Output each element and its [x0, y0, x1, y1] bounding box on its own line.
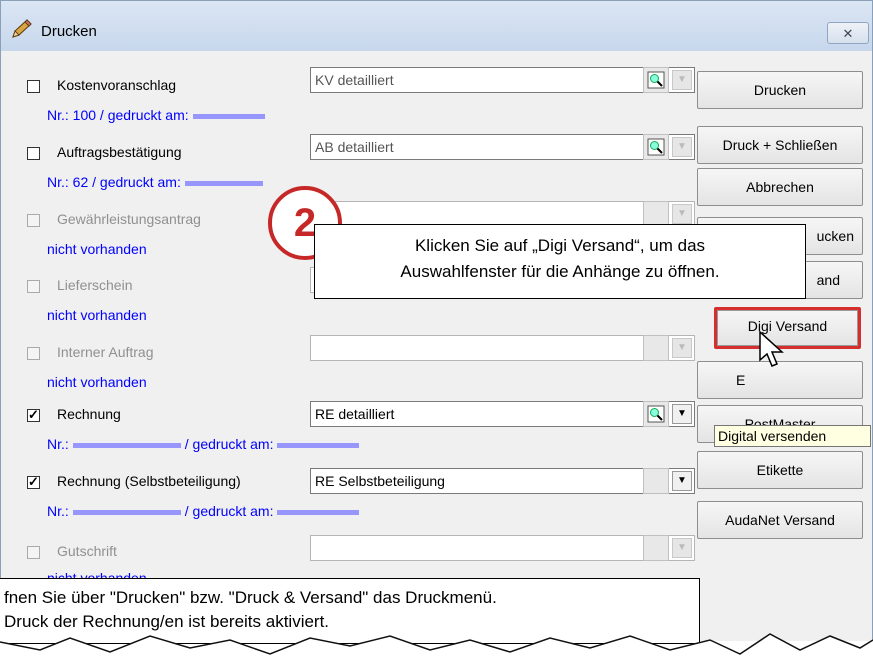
- chevron-down-icon: ▼: [672, 338, 692, 358]
- info-auftragsbestaetigung: Nr.: 62 / gedruckt am:: [47, 174, 263, 190]
- callout-line-1: Klicken Sie auf „Digi Versand“, um das: [414, 236, 706, 255]
- checkbox-gewaehrleistungsantrag[interactable]: [27, 214, 40, 227]
- print-button[interactable]: Drucken: [697, 71, 863, 109]
- close-icon: ✕: [842, 26, 854, 41]
- dialog-body: Kostenvoranschlag Nr.: 100 / gedruckt am…: [1, 51, 872, 641]
- print-dialog: Drucken ✕ Kostenvoranschlag Nr.: 100 / g…: [0, 0, 873, 641]
- checkbox-auftragsbestaetigung[interactable]: [27, 147, 40, 160]
- chevron-down-icon: ▼: [672, 538, 692, 558]
- label-auftragsbestaetigung: Auftragsbestätigung: [57, 144, 182, 160]
- search-icon: [647, 138, 665, 156]
- info-lieferschein: nicht vorhanden: [47, 307, 147, 323]
- checkbox-rechnung[interactable]: ✓: [27, 407, 40, 422]
- combo-kostenvoranschlag[interactable]: KV detailliert ▼: [310, 67, 695, 93]
- tooltip: Digital versenden: [714, 425, 871, 447]
- chevron-down-icon: ▼: [672, 204, 692, 224]
- lookup-button-interner-auftrag[interactable]: [643, 335, 669, 361]
- info-rechnung: Nr.: / gedruckt am:: [47, 436, 360, 452]
- label-rechnung: Rechnung: [57, 406, 121, 422]
- checkbox-rechnung-selbstbeteiligung[interactable]: ✓: [27, 474, 40, 489]
- lookup-button-rechnung-selbstbeteiligung[interactable]: [643, 468, 669, 494]
- lookup-button-gutschrift[interactable]: [643, 535, 669, 561]
- label-gewaehrleistungsantrag: Gewährleistungsantrag: [57, 211, 201, 227]
- chevron-down-icon: ▼: [672, 471, 692, 491]
- info-gewaehrleistungsantrag: nicht vorhanden: [47, 241, 147, 257]
- print-close-button[interactable]: Druck + Schließen: [697, 126, 863, 164]
- combo-rechnung-selbstbeteiligung[interactable]: RE Selbstbeteiligung ▼: [310, 468, 695, 494]
- lookup-button-rechnung[interactable]: [643, 401, 669, 427]
- checkbox-interner-auftrag[interactable]: [27, 347, 40, 360]
- lookup-button-auftragsbestaetigung[interactable]: [643, 134, 669, 160]
- search-icon: [647, 71, 665, 89]
- combo-gutschrift[interactable]: ▼: [310, 535, 695, 561]
- close-button[interactable]: ✕: [827, 22, 869, 44]
- label-kostenvoranschlag: Kostenvoranschlag: [57, 77, 177, 93]
- label-gutschrift: Gutschrift: [57, 543, 117, 559]
- title-bar: Drucken ✕: [1, 1, 872, 51]
- chevron-down-icon: ▼: [672, 137, 692, 157]
- checkbox-lieferschein[interactable]: [27, 280, 40, 293]
- instruction-callout: Klicken Sie auf „Digi Versand“, um das A…: [314, 224, 806, 299]
- combo-interner-auftrag[interactable]: ▼: [310, 335, 695, 361]
- cancel-button[interactable]: Abbrechen: [697, 168, 863, 206]
- search-icon: [647, 405, 665, 423]
- chevron-down-icon: ▼: [672, 70, 692, 90]
- window-title: Drucken: [41, 23, 97, 40]
- chevron-down-icon: ▼: [672, 404, 692, 424]
- torn-edge: [0, 633, 873, 670]
- label-lieferschein: Lieferschein: [57, 277, 133, 293]
- audanet-versand-button[interactable]: AudaNet Versand: [697, 501, 863, 539]
- label-rechnung-selbstbeteiligung: Rechnung (Selbstbeteiligung): [57, 473, 241, 489]
- info-interner-auftrag: nicht vorhanden: [47, 374, 147, 390]
- info-kostenvoranschlag: Nr.: 100 / gedruckt am:: [47, 107, 265, 123]
- combo-rechnung[interactable]: RE detailliert ▼: [310, 401, 695, 427]
- mouse-cursor-icon: [759, 330, 784, 367]
- checkbox-gutschrift[interactable]: [27, 546, 40, 559]
- etikette-button[interactable]: Etikette: [697, 451, 863, 489]
- label-interner-auftrag: Interner Auftrag: [57, 344, 154, 360]
- info-callout-line-1: fnen Sie über "Drucken" bzw. "Druck & Ve…: [4, 588, 497, 607]
- lookup-button-kostenvoranschlag[interactable]: [643, 67, 669, 93]
- info-rechnung-selbstbeteiligung: Nr.: / gedruckt am:: [47, 503, 360, 519]
- pencil-icon: [11, 19, 33, 39]
- callout-line-2: Auswahlfenster für die Anhänge zu öffnen…: [400, 262, 720, 281]
- combo-auftragsbestaetigung[interactable]: AB detailliert ▼: [310, 134, 695, 160]
- checkbox-kostenvoranschlag[interactable]: [27, 80, 40, 93]
